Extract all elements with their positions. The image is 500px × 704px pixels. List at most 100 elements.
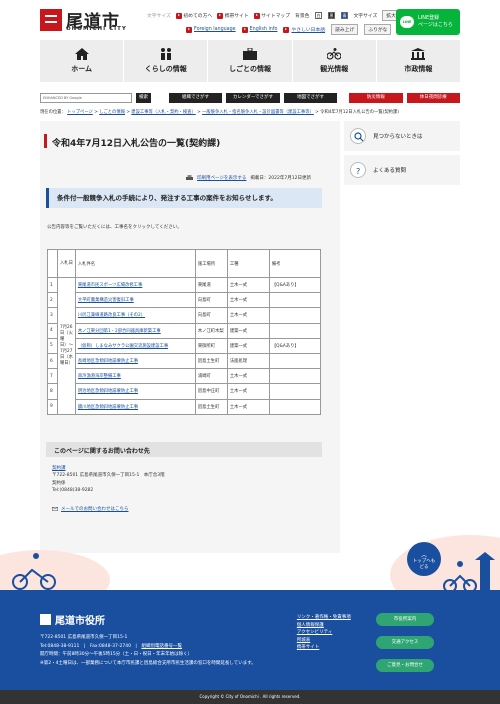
place-cell: 浦崎町 [194,368,228,385]
arrow-icon: › [292,637,294,643]
table-row: 6 長崎地区急傾斜地崩壊防止工事 因島土生町 法面処理 [47,352,322,370]
bg-black-button[interactable]: 黒 [328,12,336,19]
bg-white-button[interactable]: 白 [315,12,323,19]
svg-text:?: ? [356,167,360,176]
skip-link[interactable]: 文字サイズ [147,12,171,19]
table-row: 1 7月26日（火曜日）〜7月27日（水曜日） 東尾道市民スポーツ広場改修工事 東尾道… [47,276,322,415]
footer-logo: 尾道市役所 [40,612,105,627]
arrow-icon [186,26,192,33]
note-cell [268,398,322,415]
notice-box: 条件付一般競争入札の手続により、発注する工事の案件をお知らせします。 [46,188,322,208]
row-number: 3 [47,307,58,324]
footer-note: ※第2・4土曜日は、一部業務について本庁市民課と因島総合支所市民生活課の窓口を時… [40,660,256,666]
font-size-label: 文字サイズ [353,14,378,19]
mail-inquiry-link[interactable]: メールでのお問い合わせはこちら [61,506,129,512]
contact-section: 契約係 [52,480,66,486]
nav-label: 市政情報 [404,65,433,73]
furigana-button[interactable]: ふりがな [364,24,392,35]
table-row: 4 木ノ江東分団第1・2部合同器具庫新築工事 木ノ江町木梨 建築一式 [47,322,322,339]
arrow-icon: › [292,615,294,620]
footer-name: 尾道市役所 [55,616,105,627]
beginners-link[interactable]: 初めての方へ [175,12,212,19]
nav-city-admin[interactable]: 市政情報 [376,40,461,82]
read-aloud-button[interactable]: 読み上げ [331,24,359,35]
bg-blue-button[interactable]: 青 [341,12,349,19]
search-by-map-button[interactable]: 地図でさがす [283,93,338,103]
table-row: 9 鏡川地区急傾斜地崩壊防止工事 因島土生町 土木一式 [47,398,322,415]
inquiry-button[interactable]: ご意見・お問合せ [376,659,434,672]
bid-name-link[interactable]: 串浜漁港海岸整備工事 [78,374,121,379]
search-button[interactable]: 検索 [135,93,152,103]
night-clinic-button[interactable]: 休日夜間診療 [406,93,461,103]
contact-dept-link[interactable]: 契約課 [52,466,66,471]
footer-link[interactable]: › リンク・著作権・免責事項 [292,614,351,622]
type-cell: 法面処理 [226,352,270,370]
bid-name-cell: 川尻江兼線道路改良工事（その2） [74,307,196,324]
header-no [47,249,58,278]
search-by-calendar-button[interactable]: カレンダーでさがす [226,93,280,103]
footer-link[interactable]: › 所城表 [292,637,351,645]
mobile-link[interactable]: 携帯サイト [217,12,249,19]
table-header-row: 入札日 入札件名 施工場所 工種 備考 [47,249,322,278]
sitemap-link[interactable]: サイトマップ [253,12,290,19]
footer-link[interactable]: › 携帯サイト [292,644,351,652]
row-number: 8 [47,383,58,400]
page-title: 令和4年7月12日入札公告の一覧(契約課) [52,139,221,149]
bid-name-cell: （仮称）しまなみサクラ公園交流施設建設工事 [74,337,196,354]
place-cell: 因島土生町 [194,352,228,370]
foreign-language-link[interactable]: Foreign language [186,26,236,33]
bid-name-link[interactable]: 鏡川地区急傾斜地崩壊防止工事 [78,405,138,410]
side-not-found[interactable]: 見つからないときは [344,121,460,151]
bid-name-link[interactable]: 明治地区急傾斜地崩壊防止工事 [78,389,138,394]
back-to-top-button[interactable]: ︿ トップへもどる [407,542,441,576]
type-cell: 土木一式 [226,368,270,385]
nav-home[interactable]: ホーム [40,40,125,82]
header-place: 施工場所 [194,249,228,278]
arrow-icon [253,12,260,19]
side-faq[interactable]: ? よくある質問 [344,155,460,185]
phone-list-link[interactable]: 組織別電話番号一覧 [141,644,182,649]
bid-name-link[interactable]: （仮称）しまなみサクラ公園交流施設建設工事 [78,344,168,349]
footer-fax: Fax:0848-37-2740 [89,643,131,649]
access-button[interactable]: 交通アクセス [376,636,434,649]
bid-name-link[interactable]: 長崎地区急傾斜地崩壊防止工事 [78,359,138,364]
contact-address: 〒722-8501 広島県尾道市久保一丁目15-1 本庁舎3階 [52,473,165,479]
published-date: 掲載日：2022年7月12日更新 [250,176,311,181]
side-faq-label: よくある質問 [373,168,407,174]
breadcrumb-construction[interactable]: 建設工事等（入札・契約・検査） [131,110,195,115]
nav-label: ホーム [71,65,92,73]
note-cell [268,368,322,385]
easy-japanese-link[interactable]: やさしい日本語 [283,26,325,33]
search-by-organization-button[interactable]: 組織でさがす [168,93,223,103]
line-register-button[interactable]: LINE LINE登録 ページはこちら [396,9,460,35]
search-input[interactable]: ENHANCED BY Google [40,93,132,103]
header-note: 備考 [268,249,322,278]
breadcrumb-top[interactable]: トップページ [67,110,93,115]
nav-work[interactable]: しごとの情報 [208,40,293,82]
footer-hours: 開庁時間：午前8時30分～午後5時15分（土・日・祝日・年末年始は除く） [40,652,193,658]
bid-name-link[interactable]: 東尾道市民スポーツ広場改修工事 [78,283,142,288]
footer-link[interactable]: › 個人情報保護 [292,622,351,630]
nav-tourism[interactable]: 観光情報 [292,40,377,82]
print-link[interactable]: 印刷用ページを表示する [197,175,246,181]
bicycle-icon [327,48,342,60]
bid-name-link[interactable]: 川尻江兼線道路改良工事（その2） [78,313,145,318]
search-icon [350,128,366,144]
footer-link[interactable]: › アクセシビリティ [292,629,351,637]
english-info-link[interactable]: English info [241,26,277,33]
bid-name-cell: 木ノ江東分団第1・2部合同器具庫新築工事 [74,322,196,339]
disaster-info-button[interactable]: 防災情報 [349,93,403,103]
bid-name-link[interactable]: 木ノ江東分団第1・2部合同器具庫新築工事 [78,329,161,334]
logo-mark[interactable] [40,9,62,31]
bid-name-cell: 明治地区急傾斜地崩壊防止工事 [74,383,196,400]
header-date: 入札日 [57,249,76,278]
breadcrumb-work[interactable]: しごとの情報 [99,110,125,115]
city-hall-guide-button[interactable]: 市役所案内 [376,613,434,626]
nav-living[interactable]: くらしの情報 [124,40,209,82]
intro-text: 公告内容等をご覧いただくには、工事名をクリックしてください。 [47,225,182,230]
breadcrumb-bidding[interactable]: 一般競争入札・指名競争入札・設計図書等（建設工事等） [202,110,314,115]
bid-name-link[interactable]: 大平町農業構造災害復旧工事 [78,298,134,303]
row-number: 4 [47,322,58,339]
type-cell: 土木一式 [226,398,270,415]
nav-label: 観光情報 [320,65,349,73]
